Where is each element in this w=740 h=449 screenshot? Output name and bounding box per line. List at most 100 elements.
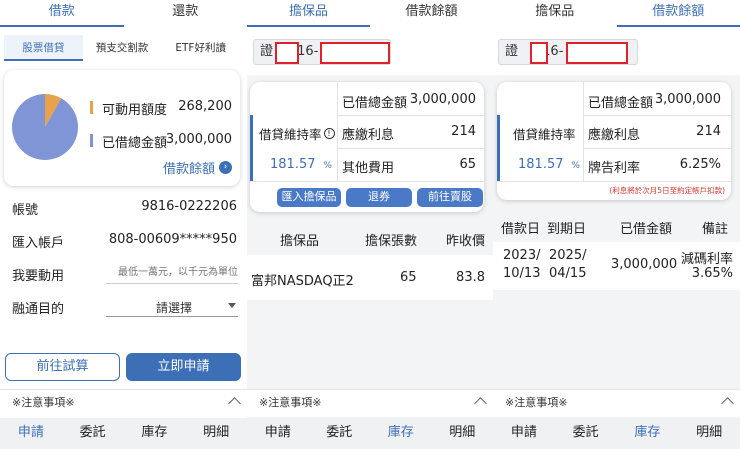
divider <box>497 181 731 182</box>
table-row[interactable]: 富邦NASDAQ正2 65 83.8 <box>247 255 493 300</box>
loan-apply-panel: 借款 還款 股票借貸 預支交割款 ETF好利讀 可動用額度 268,200 已借… <box>0 0 247 449</box>
collateral-price: 83.8 <box>456 270 485 285</box>
ratio-value-wrap: 181.57 % <box>518 157 580 172</box>
remark-line1: 減碼利率 <box>680 252 733 267</box>
ratio-value: 181.57 <box>518 157 564 172</box>
nav-details[interactable]: 明細 <box>185 418 247 449</box>
nav-apply[interactable]: 申請 <box>0 418 62 449</box>
nav-apply[interactable]: 申請 <box>493 418 555 449</box>
import-collateral-button[interactable]: 匯入擔保品 <box>277 188 341 207</box>
available-color-swatch <box>90 101 93 114</box>
chevron-right-icon: › <box>219 161 232 174</box>
notice-label: ※注意事項※ <box>505 396 568 409</box>
loan-balance-panel: 擔保品 借款餘額 證 16- 借貸維持率 181.57 % 已借總金額 3,00… <box>493 0 740 449</box>
redaction-box <box>275 42 299 64</box>
interest-due-value: 214 <box>696 124 721 139</box>
collateral-table-header: 擔保品 擔保張數 昨收價 <box>247 222 493 255</box>
accent-bar <box>497 115 500 181</box>
remark-line2: 3.65% <box>691 266 733 281</box>
top-tabs: 借款 還款 <box>0 0 247 27</box>
purpose-select[interactable]: 請選擇 <box>106 295 238 317</box>
accent-bar <box>250 115 253 181</box>
col-collateral: 擔保品 <box>280 234 320 249</box>
account-prefix: 證 <box>505 44 519 59</box>
dropdown-arrow-icon <box>228 303 236 308</box>
bottom-nav: 申請 委託 庫存 明細 <box>493 418 740 449</box>
redaction-box <box>530 42 548 64</box>
borrowed-value: 3,000,000 <box>165 132 232 147</box>
ratio-value-wrap: 181.57 % <box>270 157 332 172</box>
ratio-label-wrap: 借貸維持率 ! <box>259 124 335 143</box>
divider <box>337 82 338 181</box>
return-securities-button[interactable]: 退券 <box>346 188 412 207</box>
available-value: 268,200 <box>178 99 232 114</box>
col-due-date: 到期日 <box>547 222 587 237</box>
posted-rate-value: 6.25% <box>679 157 721 172</box>
tab-borrow[interactable]: 借款 <box>0 0 124 27</box>
divider <box>584 148 731 149</box>
purpose-label: 融通目的 <box>12 302 65 317</box>
balance-link-label: 借款餘額 <box>162 162 215 177</box>
tab-collateral[interactable]: 擔保品 <box>493 0 617 27</box>
col-amount: 已借金額 <box>620 222 673 237</box>
apply-now-button[interactable]: 立即申請 <box>126 353 241 381</box>
ratio-unit: % <box>571 161 580 171</box>
due-date-line1: 2025/ <box>549 248 587 263</box>
notice-label: ※注意事項※ <box>12 396 75 409</box>
nav-order[interactable]: 委託 <box>62 418 124 449</box>
top-tabs: 擔保品 借款餘額 <box>493 0 740 27</box>
redaction-box <box>320 42 390 64</box>
nav-inventory[interactable]: 庫存 <box>124 418 186 449</box>
notice-bar[interactable]: ※注意事項※ <box>247 389 493 417</box>
borrowed-color-swatch <box>90 134 93 147</box>
other-fees-label: 其他費用 <box>342 161 395 176</box>
credit-summary-card: 可動用額度 268,200 已借總金額 3,000,000 借款餘額 › <box>4 70 240 186</box>
use-amount-input[interactable] <box>106 262 238 284</box>
balance-link[interactable]: 借款餘額 › <box>163 158 232 177</box>
tab-loan-balance[interactable]: 借款餘額 <box>370 0 493 27</box>
nav-apply[interactable]: 申請 <box>247 418 309 449</box>
go-calculate-button[interactable]: 前往試算 <box>5 353 120 381</box>
purpose-select-value: 請選擇 <box>156 301 193 315</box>
borrowed-total-value: 3,000,000 <box>409 92 476 107</box>
maintenance-card: 借貸維持率 181.57 % 已借總金額 3,000,000 應繳利息 214 … <box>497 82 731 200</box>
col-prev-close: 昨收價 <box>445 234 485 249</box>
col-remark: 備註 <box>701 222 728 237</box>
loan-amount: 3,000,000 <box>611 257 678 272</box>
col-loan-date: 借款日 <box>501 222 541 237</box>
table-row[interactable]: 2023/ 10/13 2025/ 04/15 3,000,000 減碼利率 3… <box>493 242 740 290</box>
notice-bar[interactable]: ※注意事項※ <box>493 389 740 417</box>
ratio-unit: % <box>323 161 332 171</box>
borrowed-total-value: 3,000,000 <box>654 92 721 107</box>
info-icon[interactable]: ! <box>323 128 335 139</box>
bottom-nav: 申請 委託 庫存 明細 <box>0 418 247 449</box>
ratio-label: 借貸維持率 <box>513 127 576 142</box>
tab-loan-balance[interactable]: 借款餘額 <box>616 0 740 27</box>
nav-order[interactable]: 委託 <box>555 418 617 449</box>
collateral-name: 富邦NASDAQ正2 <box>251 274 354 289</box>
divider <box>583 82 584 181</box>
loan-table-header: 借款日 到期日 已借金額 備註 <box>493 210 740 242</box>
divider <box>338 115 484 116</box>
redaction-box <box>566 42 628 64</box>
nav-order[interactable]: 委託 <box>309 418 371 449</box>
sub-tabs: 股票借貸 預支交割款 ETF好利讀 <box>4 35 241 61</box>
account-mid: 16- <box>297 44 319 59</box>
nav-details[interactable]: 明細 <box>432 418 494 449</box>
credit-pie-chart <box>12 94 79 160</box>
tab-repay[interactable]: 還款 <box>124 0 248 27</box>
other-fees-value: 65 <box>459 157 476 172</box>
subtab-etf[interactable]: ETF好利讀 <box>161 35 241 61</box>
go-sell-button[interactable]: 前往賣股 <box>417 188 483 207</box>
tab-collateral[interactable]: 擔保品 <box>247 0 370 27</box>
notice-bar[interactable]: ※注意事項※ <box>0 389 247 417</box>
chevron-up-icon <box>474 397 487 410</box>
account-value: 9816-0222206 <box>141 199 237 214</box>
subtab-advance-settlement[interactable]: 預支交割款 <box>82 35 162 61</box>
ratio-label: 借貸維持率 <box>259 127 322 142</box>
bottom-nav: 申請 委託 庫存 明細 <box>247 418 493 449</box>
nav-details[interactable]: 明細 <box>678 418 740 449</box>
subtab-stock-loan[interactable]: 股票借貸 <box>4 35 83 61</box>
nav-inventory[interactable]: 庫存 <box>617 418 679 449</box>
nav-inventory[interactable]: 庫存 <box>370 418 432 449</box>
